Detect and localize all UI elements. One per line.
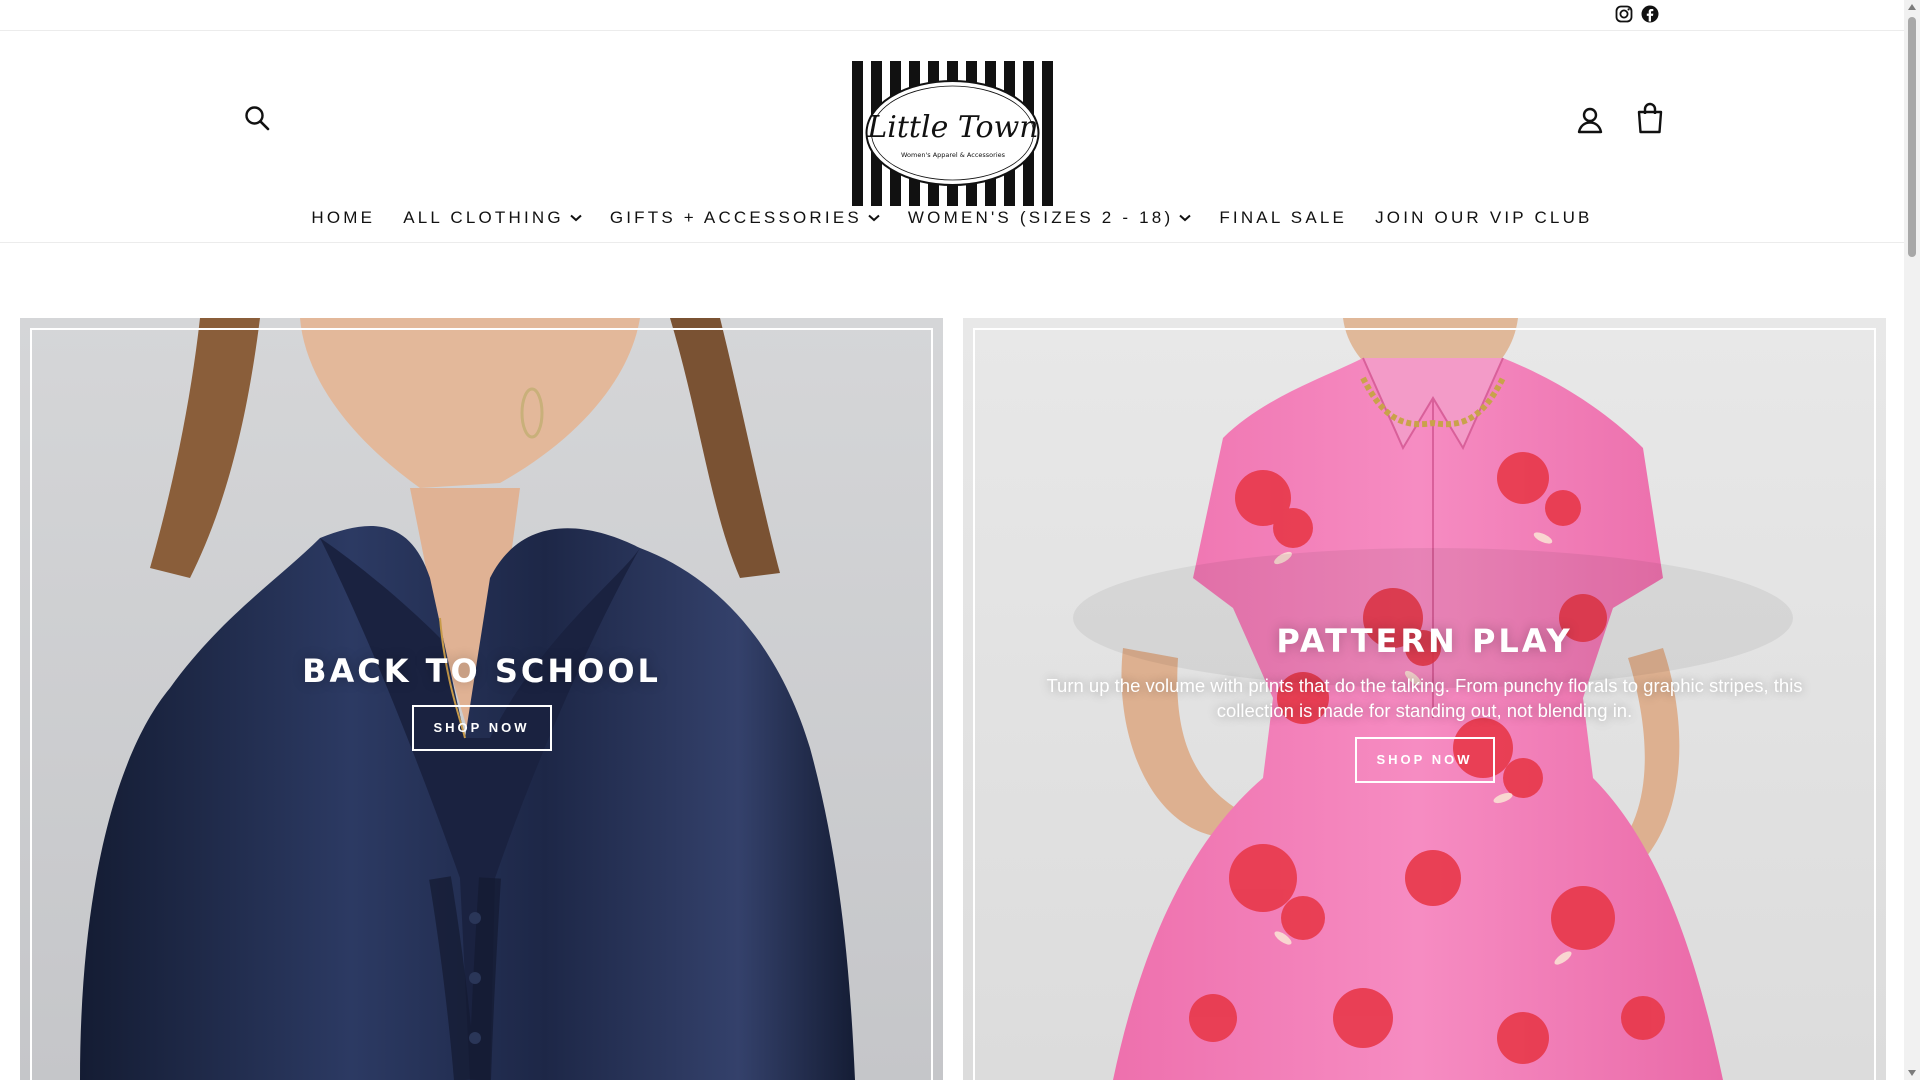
main-nav: HOME ALL CLOTHING GIFTS + ACCESSORIES WO… <box>0 202 1904 234</box>
search-button[interactable] <box>243 104 271 132</box>
search-icon <box>245 106 270 131</box>
user-icon <box>1577 107 1603 134</box>
nav-item-vip-club[interactable]: JOIN OUR VIP CLUB <box>1361 202 1607 234</box>
site-logo[interactable]: Little Town Women's Apparel & Accessorie… <box>852 61 1053 206</box>
nav-item-gifts-accessories[interactable]: GIFTS + ACCESSORIES <box>596 202 894 234</box>
nav-item-all-clothing[interactable]: ALL CLOTHING <box>389 202 596 234</box>
facebook-icon[interactable] <box>1640 4 1660 24</box>
nav-item-womens-sizes[interactable]: WOMEN'S (SIZES 2 - 18) <box>894 202 1205 234</box>
nav-item-home[interactable]: HOME <box>297 202 389 234</box>
chevron-down-icon <box>868 214 880 222</box>
scroll-thumb[interactable] <box>1908 17 1916 257</box>
scroll-down-icon[interactable] <box>1908 1070 1916 1076</box>
chevron-down-icon <box>570 214 582 222</box>
cart-button[interactable] <box>1635 102 1665 134</box>
svg-text:Little Town: Little Town <box>866 110 1038 145</box>
panel-content: PATTERN PLAY Turn up the volume with pri… <box>963 621 1886 783</box>
panel-title: PATTERN PLAY <box>1276 622 1573 660</box>
shop-now-button[interactable]: SHOP NOW <box>1354 737 1495 783</box>
promo-panel-back-to-school[interactable]: BACK TO SCHOOL SHOP NOW <box>20 318 943 1080</box>
top-bar <box>0 0 1904 31</box>
shop-now-button[interactable]: SHOP NOW <box>411 705 552 751</box>
shopping-bag-icon <box>1637 102 1663 134</box>
panel-description: Turn up the volume with prints that do t… <box>1046 675 1803 721</box>
account-button[interactable] <box>1575 105 1605 135</box>
nav-item-final-sale[interactable]: FINAL SALE <box>1205 202 1361 234</box>
svg-text:Women's Apparel & Accessories: Women's Apparel & Accessories <box>901 151 1006 159</box>
instagram-icon[interactable] <box>1614 4 1634 24</box>
panel-content: BACK TO SCHOOL SHOP NOW <box>20 651 943 751</box>
panel-title: BACK TO SCHOOL <box>302 652 661 690</box>
page-scrollbar[interactable] <box>1904 0 1920 1080</box>
promo-panel-pattern-play[interactable]: PATTERN PLAY Turn up the volume with pri… <box>963 318 1886 1080</box>
site-header: Little Town Women's Apparel & Accessorie… <box>0 31 1904 243</box>
scroll-up-icon[interactable] <box>1908 4 1916 10</box>
chevron-down-icon <box>1179 214 1191 222</box>
